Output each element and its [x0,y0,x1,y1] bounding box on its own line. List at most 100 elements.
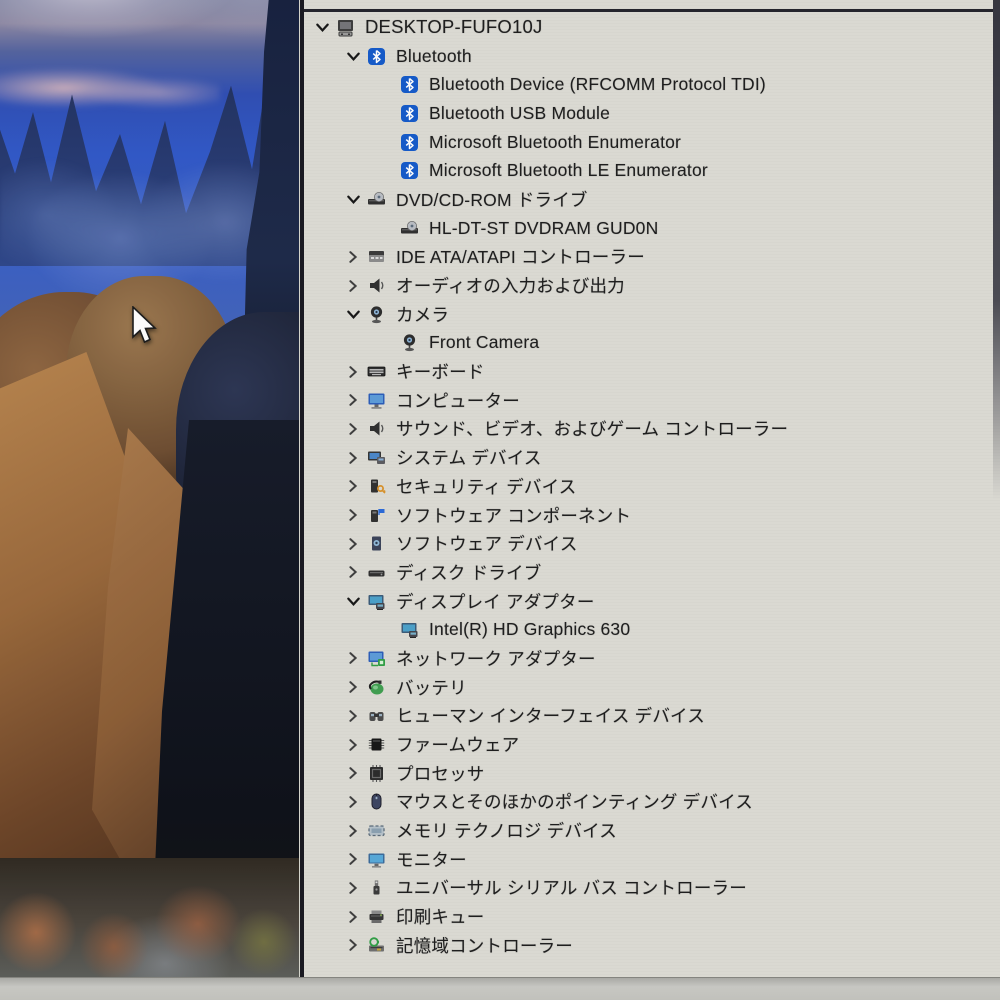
display-adapter-icon [398,619,421,640]
chevron-down-icon[interactable] [341,46,365,66]
device-label: DESKTOP-FUFO10J [365,16,543,38]
device-tree-row[interactable]: Intel(R) HD Graphics 630 [304,615,992,644]
chevron-right-icon[interactable] [341,448,365,468]
device-label: Bluetooth Device (RFCOMM Protocol TDI) [429,74,766,95]
device-label: ユニバーサル シリアル バス コントローラー [396,878,747,899]
device-tree-row[interactable]: コンピューター [304,386,992,415]
device-tree-row[interactable]: モニター [304,845,992,874]
chevron-right-icon[interactable] [341,878,365,898]
device-tree-row[interactable]: プロセッサ [304,759,992,788]
device-tree-row[interactable]: ヒューマン インターフェイス デバイス [304,702,992,731]
chevron-placeholder [374,103,398,123]
device-label: システム デバイス [396,448,542,469]
device-tree-row[interactable]: マウスとそのほかのポインティング デバイス [304,788,992,817]
device-tree-row[interactable]: ユニバーサル シリアル バス コントローラー [304,874,992,903]
system-device-icon [365,447,388,468]
chevron-down-icon[interactable] [310,17,334,37]
desktop-wallpaper [0,0,300,978]
device-label: モニター [396,849,467,870]
mouse-icon [365,791,388,812]
device-tree-row[interactable]: システム デバイス [304,443,992,472]
device-label: DVD/CD-ROM ドライブ [396,189,588,210]
chevron-right-icon[interactable] [341,677,365,697]
chevron-right-icon[interactable] [341,362,365,382]
device-tree-row[interactable]: Bluetooth [304,42,992,71]
device-tree-row[interactable]: ソフトウェア コンポーネント [304,501,992,530]
device-tree-row[interactable]: セキュリティ デバイス [304,472,992,501]
chevron-down-icon[interactable] [341,591,365,611]
device-tree-row[interactable]: 記憶域コントローラー [304,931,992,960]
chevron-right-icon[interactable] [341,763,365,783]
chevron-right-icon[interactable] [341,648,365,668]
device-tree-row[interactable]: Microsoft Bluetooth LE Enumerator [304,156,992,185]
chevron-right-icon[interactable] [341,505,365,525]
device-tree[interactable]: DESKTOP-FUFO10J Bluetooth Bluetooth Device… [304,13,992,978]
computer-monitor-icon [365,390,388,411]
chevron-right-icon[interactable] [341,247,365,267]
screen-right-edge-shadow [993,0,1000,500]
chevron-right-icon[interactable] [341,276,365,296]
chevron-right-icon[interactable] [341,476,365,496]
bluetooth-icon [398,103,421,124]
bluetooth-icon [398,74,421,95]
chevron-right-icon[interactable] [341,390,365,410]
chevron-down-icon[interactable] [341,304,365,324]
monitor-icon [365,849,388,870]
dvd-drive-icon [398,218,421,239]
wallpaper-pink-clouds [0,62,220,114]
device-tree-row[interactable]: 印刷キュー [304,902,992,931]
device-label: 記憶域コントローラー [396,935,573,956]
dvd-drive-icon [365,189,388,210]
chevron-right-icon[interactable] [341,562,365,582]
bluetooth-icon [398,132,421,153]
device-label: Microsoft Bluetooth LE Enumerator [429,160,708,181]
device-label: ファームウェア [396,735,520,756]
chevron-right-icon[interactable] [341,821,365,841]
device-tree-row[interactable]: Bluetooth USB Module [304,99,992,128]
chevron-placeholder [374,620,398,640]
device-tree-row[interactable]: DESKTOP-FUFO10J [304,13,992,42]
device-tree-row[interactable]: Front Camera [304,329,992,358]
chevron-right-icon[interactable] [341,419,365,439]
device-tree-row[interactable]: IDE ATA/ATAPI コントローラー [304,243,992,272]
device-tree-row[interactable]: Microsoft Bluetooth Enumerator [304,128,992,157]
device-tree-row[interactable]: キーボード [304,357,992,386]
chevron-down-icon[interactable] [341,189,365,209]
audio-speaker-icon [365,418,388,439]
device-tree-row[interactable]: ディスプレイ アダプター [304,587,992,616]
chevron-right-icon[interactable] [341,849,365,869]
device-tree-row[interactable]: バッテリ [304,673,992,702]
panel-top-border [304,9,1000,12]
device-tree-row[interactable]: HL-DT-ST DVDRAM GUD0N [304,214,992,243]
memory-card-icon [365,820,388,841]
chevron-right-icon[interactable] [341,907,365,927]
chevron-right-icon[interactable] [341,792,365,812]
device-label: マウスとそのほかのポインティング デバイス [396,792,753,813]
device-tree-row[interactable]: DVD/CD-ROM ドライブ [304,185,992,214]
mouse-cursor-icon [132,306,157,344]
storage-controller-icon [365,935,388,956]
device-tree-row[interactable]: カメラ [304,300,992,329]
device-label: 印刷キュー [396,907,485,928]
device-tree-row[interactable]: オーディオの入力および出力 [304,271,992,300]
device-tree-row[interactable]: メモリ テクノロジ デバイス [304,816,992,845]
device-label: メモリ テクノロジ デバイス [396,821,617,842]
chevron-right-icon[interactable] [341,706,365,726]
software-device-icon [365,533,388,554]
device-tree-row[interactable]: ソフトウェア デバイス [304,529,992,558]
bluetooth-icon [398,160,421,181]
chevron-right-icon[interactable] [341,735,365,755]
device-tree-row[interactable]: Bluetooth Device (RFCOMM Protocol TDI) [304,70,992,99]
display-adapter-icon [365,591,388,612]
device-tree-row[interactable]: ネットワーク アダプター [304,644,992,673]
device-label: ソフトウェア デバイス [396,534,578,555]
device-label: Bluetooth [396,45,472,66]
device-tree-row[interactable]: ディスク ドライブ [304,558,992,587]
printer-icon [365,906,388,927]
chevron-right-icon[interactable] [341,534,365,554]
device-label: プロセッサ [396,763,485,784]
chevron-right-icon[interactable] [341,935,365,955]
device-tree-row[interactable]: ファームウェア [304,730,992,759]
device-label: バッテリ [396,677,467,698]
device-tree-row[interactable]: サウンド、ビデオ、およびゲーム コントローラー [304,415,992,444]
